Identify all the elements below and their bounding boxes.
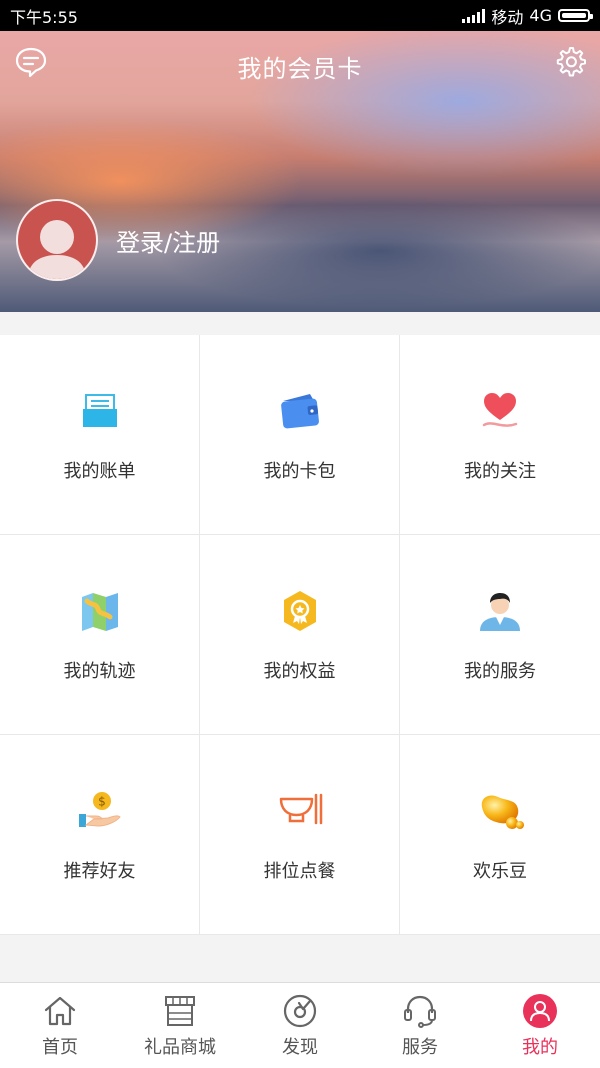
grid-item-label: 推荐好友 <box>63 861 136 882</box>
coin-hand-icon: $ <box>78 792 121 827</box>
bill-icon <box>82 394 117 427</box>
tab-label: 礼品商城 <box>144 1037 216 1058</box>
tab-label: 发现 <box>282 1037 318 1058</box>
grid-item-label: 我的卡包 <box>263 461 336 482</box>
signal-icon <box>462 8 486 23</box>
badge-icon <box>283 591 316 631</box>
user-icon <box>523 994 557 1028</box>
grid-item-track[interactable]: 我的轨迹 <box>0 535 199 734</box>
store-icon <box>165 996 195 1026</box>
grid-item-label: 我的权益 <box>263 661 336 682</box>
tab-label: 我的 <box>522 1037 558 1058</box>
person-icon <box>480 593 520 631</box>
grid-item-label: 我的关注 <box>464 461 536 482</box>
wallet-icon <box>280 394 319 429</box>
status-network: 4G <box>529 6 552 25</box>
status-carrier: 移动 <box>491 7 524 27</box>
member-card-header: 我的会员卡 登录/注册 <box>0 31 600 312</box>
login-register-link[interactable]: 登录/注册 <box>116 223 220 258</box>
headset-icon <box>404 995 436 1028</box>
grid-item-rights[interactable]: 我的权益 <box>200 535 399 734</box>
home-icon <box>44 996 76 1026</box>
compass-icon <box>283 994 317 1028</box>
tab-home[interactable]: 首页 <box>0 983 120 1068</box>
grid-item-recommend[interactable]: $ 推荐好友 <box>0 735 199 934</box>
grid-item-label: 排位点餐 <box>263 861 336 882</box>
grid-item-label: 欢乐豆 <box>473 861 527 882</box>
grid-item-service[interactable]: 我的服务 <box>400 535 600 734</box>
map-icon <box>81 593 118 631</box>
grid-item-queue-order[interactable]: 排位点餐 <box>200 735 399 934</box>
grid-item-label: 我的轨迹 <box>63 661 136 682</box>
grid-item-bill[interactable]: 我的账单 <box>0 335 199 534</box>
grid-item-label: 我的服务 <box>464 661 536 682</box>
battery-icon <box>558 9 593 22</box>
tab-gift-mall[interactable]: 礼品商城 <box>120 983 240 1068</box>
bottom-tab-bar: 首页 礼品商城 发现 服务 我的 <box>0 982 600 1068</box>
default-avatar-icon <box>28 220 86 279</box>
tab-label: 服务 <box>402 1037 438 1058</box>
page-title: 我的会员卡 <box>237 55 363 83</box>
tab-label: 首页 <box>42 1037 78 1058</box>
svg-text:$: $ <box>98 795 106 809</box>
status-time: 下午5:55 <box>10 7 78 27</box>
grid-item-label: 我的账单 <box>63 461 136 482</box>
tab-service[interactable]: 服务 <box>360 983 480 1068</box>
avatar[interactable] <box>16 199 98 281</box>
status-bar: 下午5:55 移动 4G <box>0 0 600 31</box>
grid-item-follow[interactable]: 我的关注 <box>400 335 600 534</box>
tab-mine[interactable]: 我的 <box>480 983 600 1068</box>
bowl-icon <box>279 793 322 825</box>
gear-icon[interactable] <box>554 45 586 77</box>
gold-beans-icon <box>481 795 524 829</box>
status-indicators: 移动 4G <box>462 4 593 28</box>
grid-item-wallet[interactable]: 我的卡包 <box>200 335 399 534</box>
heart-icon <box>482 393 518 427</box>
tab-discover[interactable]: 发现 <box>240 983 360 1068</box>
grid-item-happy-beans[interactable]: 欢乐豆 <box>400 735 600 934</box>
feature-grid: 我的账单 我的卡包 我的关注 我的轨迹 我的权益 我的服务 $ 推荐好友 排位点… <box>0 335 600 935</box>
